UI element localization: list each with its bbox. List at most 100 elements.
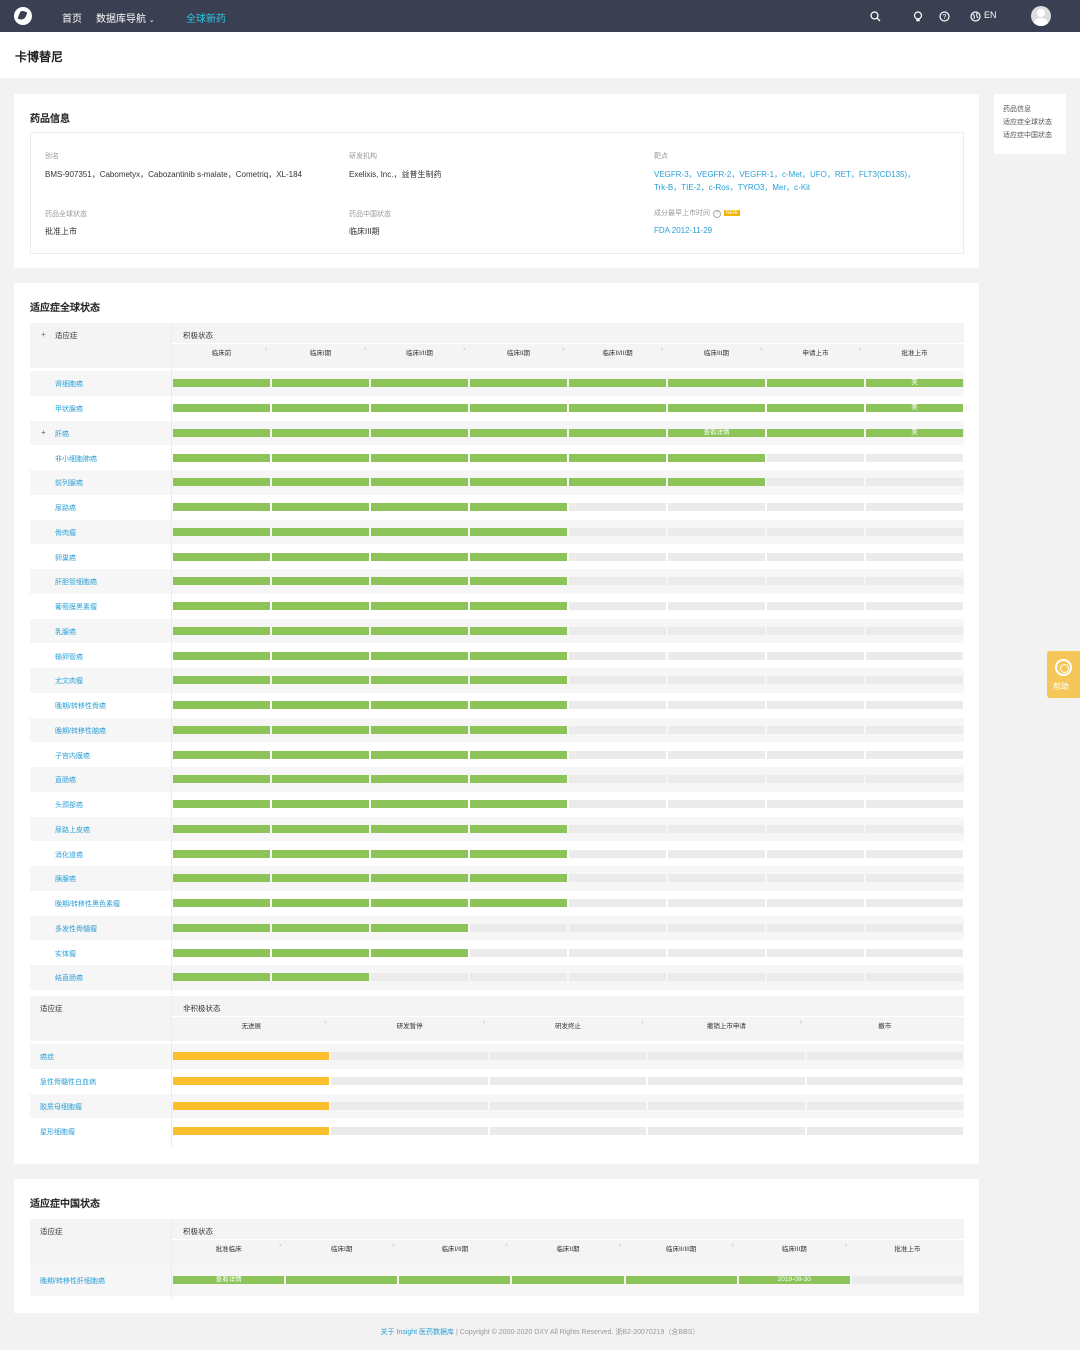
help-circle-icon[interactable]: ?: [939, 11, 950, 22]
row-divider: [171, 395, 172, 421]
progress-bar-empty: [668, 527, 765, 536]
indication-link[interactable]: 子宫内膜癌: [55, 751, 90, 761]
indication-link[interactable]: 多发性骨髓瘤: [55, 924, 97, 934]
nav-global-drugs[interactable]: 全球新药: [186, 10, 226, 25]
search-icon[interactable]: [870, 11, 881, 22]
indication-link[interactable]: 胰腺癌: [55, 874, 76, 884]
indication-link[interactable]: 骨肉瘤: [55, 528, 76, 538]
indication-link[interactable]: 消化道癌: [55, 850, 83, 860]
progress-bar-empty: [569, 626, 666, 635]
logo-icon[interactable]: [14, 7, 32, 25]
question-icon[interactable]: ?: [713, 210, 721, 218]
indication-link[interactable]: 尿路上皮癌: [55, 825, 90, 835]
progress-bar-segment: [272, 849, 369, 858]
view-detail-link[interactable]: 查看详情: [668, 429, 765, 437]
side-nav-drug-info[interactable]: 药品信息: [1003, 104, 1031, 114]
progress-bar-segment: [173, 874, 270, 883]
nav-db-menu[interactable]: 数据库导航 ⌄: [96, 10, 155, 25]
progress-bar-segment: [173, 1052, 330, 1061]
progress-bar-segment: [569, 379, 666, 388]
indication-link[interactable]: 尤文肉瘤: [55, 676, 83, 686]
indication-link[interactable]: 肝胆管细胞癌: [55, 577, 97, 587]
indication-link[interactable]: 实体瘤: [55, 949, 76, 959]
targets-line-1[interactable]: VEGFR-3，VEGFR-2，VEGFR-1，c-Met，UFO，RET，FL…: [654, 169, 915, 180]
indication-link[interactable]: 尿路癌: [55, 503, 76, 513]
indication-link[interactable]: 晚期/转移性骨癌: [55, 701, 106, 711]
row-divider: [171, 371, 172, 396]
approval-region-label[interactable]: 美: [866, 379, 963, 387]
first-approval-value[interactable]: FDA 2012-11-29: [654, 226, 712, 235]
avatar[interactable]: [1031, 6, 1051, 26]
progress-bar-empty: [569, 800, 666, 809]
progress-bar-empty: [668, 626, 765, 635]
language-toggle[interactable]: EN: [984, 10, 997, 20]
indication-link[interactable]: 输卵管癌: [55, 652, 83, 662]
progress-bar-segment: [173, 973, 270, 982]
indication-link[interactable]: 前列腺癌: [55, 478, 83, 488]
progress-bar-empty: [767, 849, 864, 858]
side-nav-china-status[interactable]: 适应症中国状态: [1003, 130, 1052, 140]
indication-link[interactable]: 急性骨髓性白血病: [40, 1077, 96, 1087]
indication-link[interactable]: 晚期/转移性黑色素瘤: [55, 899, 120, 909]
progress-bar-segment: [173, 453, 270, 462]
progress-bar-segment: [470, 701, 567, 710]
alias-value: BMS-907351，Cabometyx，Cabozantinib s-mala…: [45, 170, 303, 179]
progress-bar-empty: [569, 527, 666, 536]
indication-link[interactable]: 肾细胞癌: [55, 379, 83, 389]
indication-link[interactable]: 星形细胞瘤: [40, 1127, 75, 1137]
lightbulb-icon[interactable]: [913, 11, 923, 22]
side-nav: 药品信息 适应症全球状态 适应症中国状态: [994, 94, 1066, 154]
chevron-right-icon: ›: [265, 346, 268, 353]
indication-link[interactable]: 晚期/转移性肝细胞癌: [40, 1276, 105, 1286]
page-header: 卡博替尼: [0, 32, 1080, 78]
progress-bar-empty: [767, 651, 864, 660]
indication-link[interactable]: 头颈部癌: [55, 800, 83, 810]
progress-bar-empty: [668, 725, 765, 734]
progress-bar-empty: [866, 552, 963, 561]
view-detail-link[interactable]: 查看详情: [173, 1276, 284, 1284]
progress-bar-empty: [331, 1101, 488, 1110]
indication-link[interactable]: 非小细胞肺癌: [55, 454, 97, 464]
progress-bar-empty: [866, 676, 963, 685]
chevron-right-icon: ›: [482, 1019, 486, 1026]
progress-bar-empty: [668, 577, 765, 586]
progress-bar-empty: [569, 973, 666, 982]
header-divider: [172, 1239, 964, 1240]
progress-bar-empty: [767, 973, 864, 982]
help-button[interactable]: 帮助: [1047, 651, 1080, 698]
progress-bar-empty: [866, 899, 963, 908]
expand-row-icon[interactable]: +: [41, 428, 46, 437]
progress-bar-empty: [866, 503, 963, 512]
expand-all-icon[interactable]: +: [41, 330, 46, 339]
indication-link[interactable]: 乳腺癌: [55, 627, 76, 637]
progress-bar-empty: [851, 1276, 963, 1284]
indication-link[interactable]: 晚期/转移性脑癌: [55, 726, 106, 736]
indication-link[interactable]: 甲状腺癌: [55, 404, 83, 414]
progress-bar-segment: [767, 379, 864, 388]
progress-bar-empty: [866, 602, 963, 611]
approval-region-label[interactable]: 美: [866, 429, 963, 437]
indication-link[interactable]: 葡萄膜黑素瘤: [55, 602, 97, 612]
progress-bar-segment: [470, 428, 567, 437]
indication-link[interactable]: 肝癌: [55, 429, 69, 439]
progress-bar-empty: [767, 899, 864, 908]
progress-bar-empty: [371, 973, 468, 982]
indication-link[interactable]: 胶质母细胞瘤: [40, 1102, 82, 1112]
footer-about-link[interactable]: 关于 Insight 医药数据库: [381, 1329, 455, 1336]
indication-link[interactable]: 癌症: [40, 1052, 54, 1062]
progress-bar-segment: [470, 503, 567, 512]
progress-bar-empty: [866, 824, 963, 833]
progress-bar-segment: [371, 453, 468, 462]
progress-bar-empty: [767, 824, 864, 833]
nav-home[interactable]: 首页: [62, 10, 82, 25]
indication-link[interactable]: 卵巢癌: [55, 553, 76, 563]
chevron-right-icon: ›: [279, 1242, 282, 1249]
indication-link[interactable]: 结直肠癌: [55, 973, 83, 983]
targets-line-2[interactable]: Trk-B，TIE-2，c-Ros，TYRO3，Mer，c-Kit: [654, 182, 810, 193]
globe-icon[interactable]: [970, 11, 981, 22]
approval-region-label[interactable]: 美: [866, 404, 963, 412]
progress-bar-segment: [470, 849, 567, 858]
side-nav-global-status[interactable]: 适应症全球状态: [1003, 117, 1052, 127]
indication-link[interactable]: 直肠癌: [55, 775, 76, 785]
row-divider: [171, 593, 172, 619]
